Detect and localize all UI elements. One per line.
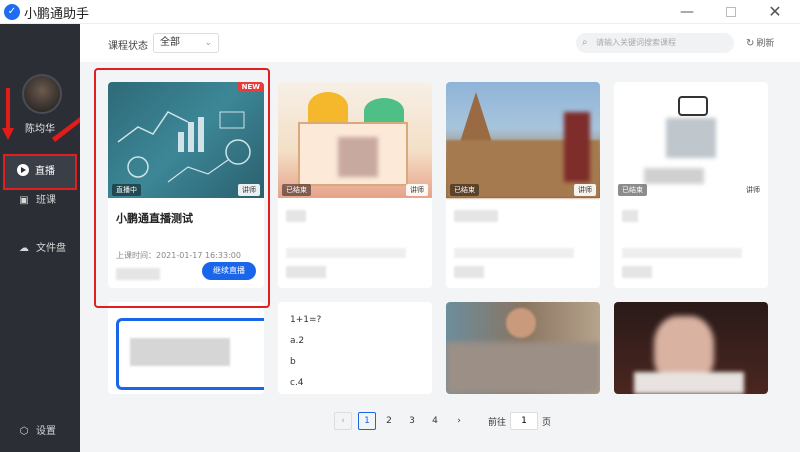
arrow-down <box>2 88 14 140</box>
course-card[interactable]: 已结束 讲师 <box>614 82 768 288</box>
course-card[interactable] <box>614 302 768 394</box>
thumb-shape <box>634 372 744 394</box>
course-card[interactable] <box>108 302 264 394</box>
thumb-shape <box>666 118 716 158</box>
minimize-button[interactable]: — <box>676 2 698 22</box>
course-thumbnail <box>446 302 600 394</box>
type-badge: 讲师 <box>574 184 596 196</box>
sidebar-item-label: 直播 <box>35 166 55 177</box>
thumb-shape <box>460 92 492 142</box>
sidebar-item-label: 设置 <box>36 426 56 437</box>
course-time: 上课时间：2021-01-17 16:33:00 <box>116 251 241 260</box>
app-title: 小鹏通助手 <box>24 7 90 22</box>
course-thumbnail: 已结束 讲师 <box>278 82 432 198</box>
sidebar-item-files[interactable]: ☁ 文件盘 <box>6 234 74 264</box>
thumb-shape <box>308 92 348 122</box>
goto-label: 前往 <box>488 418 507 428</box>
course-card[interactable] <box>446 302 600 394</box>
thumb-bar <box>188 122 194 152</box>
title-bar: ✓ 小鹏通助手 — ✕ <box>0 0 800 24</box>
page-button[interactable]: 4 <box>426 412 444 430</box>
sidebar-item-class[interactable]: ▣ 班课 <box>6 186 74 216</box>
maximize-icon <box>726 7 736 17</box>
quiz-text: 1+1=? a.2 b c.4 <box>290 315 322 388</box>
type-badge: 讲师 <box>238 184 260 196</box>
thumb-shape <box>644 168 704 184</box>
goto-unit: 页 <box>542 418 552 428</box>
sidebar-item-label: 文件盘 <box>36 243 66 254</box>
status-badge: 已结束 <box>618 184 647 196</box>
thumb-line <box>167 159 229 183</box>
course-thumbnail: 已结束 讲师 <box>446 82 600 198</box>
course-title: 小鹏通直播测试 <box>116 212 193 225</box>
thumb-box <box>219 111 245 129</box>
thumb-circle <box>127 156 149 178</box>
status-filter-select[interactable]: 全部 ⌄ <box>153 33 219 53</box>
thumb-shape <box>564 112 590 182</box>
chevron-down-icon: ⌄ <box>204 38 212 48</box>
status-badge: 已结束 <box>450 184 479 196</box>
blurred-text <box>454 210 498 222</box>
blurred-text <box>454 266 484 278</box>
blurred-text <box>622 266 652 278</box>
page-button[interactable]: 3 <box>403 412 421 430</box>
type-badge: 讲师 <box>742 184 764 196</box>
course-card[interactable]: 已结束 讲师 <box>278 82 432 288</box>
gear-icon: ⬡ <box>19 426 29 437</box>
blurred-text <box>130 338 230 366</box>
blurred-text <box>286 266 326 278</box>
new-badge: NEW <box>237 82 264 92</box>
play-icon <box>17 164 29 176</box>
filter-label: 课程状态 <box>108 41 148 52</box>
course-card[interactable]: 已结束 讲师 <box>446 82 600 288</box>
page-button[interactable]: 2 <box>380 412 398 430</box>
thumb-line <box>117 111 189 143</box>
blurred-text <box>116 268 160 280</box>
course-card[interactable]: 1+1=? a.2 b c.4 <box>278 302 432 394</box>
continue-live-button[interactable]: 继续直播 <box>202 262 256 280</box>
refresh-icon: ↻ <box>746 38 755 49</box>
app-logo-icon: ✓ <box>4 4 20 20</box>
app-window: ✓ 小鹏通助手 — ✕ 陈均华 直播 ▣ 班课 ☁ 文件盘 ⬡ 设置 课程状态 全部 … <box>0 0 800 452</box>
class-icon: ▣ <box>19 195 29 206</box>
thumb-shape <box>446 342 600 394</box>
blurred-text <box>454 248 574 258</box>
blurred-text <box>622 248 742 258</box>
filter-value: 全部 <box>160 37 180 48</box>
refresh-button[interactable]: ↻ 刷新 <box>746 36 774 49</box>
thumb-shape <box>364 98 404 124</box>
sidebar-item-settings[interactable]: ⬡ 设置 <box>6 417 74 447</box>
course-thumbnail: 已结束 讲师 <box>614 82 768 198</box>
search-placeholder: 请输入关键词搜索课程 <box>596 38 676 47</box>
goto-page-input[interactable]: 1 <box>510 412 538 430</box>
blurred-text <box>622 210 638 222</box>
next-page-button[interactable]: › <box>450 412 468 430</box>
cloud-drive-icon: ☁ <box>19 243 29 254</box>
prev-page-button[interactable]: ‹ <box>334 412 352 430</box>
status-badge: 直播中 <box>112 184 141 196</box>
thumb-blur <box>338 137 378 177</box>
course-thumbnail: NEW 直播中 讲师 <box>108 82 264 198</box>
course-card[interactable]: NEW 直播中 讲师 小鹏通直播测试 上课时间：2021-01-17 16:33… <box>108 82 264 288</box>
type-badge: 讲师 <box>406 184 428 196</box>
blurred-text <box>286 210 306 222</box>
thumb-bar <box>198 117 204 152</box>
maximize-button[interactable] <box>720 2 742 22</box>
sidebar-item-label: 班课 <box>36 195 56 206</box>
thumb-shape <box>678 96 708 116</box>
status-badge: 已结束 <box>282 184 311 196</box>
search-input[interactable]: ⌕ 请输入关键词搜索课程 <box>576 33 734 53</box>
thumb-bar <box>178 132 184 152</box>
thumb-shape <box>506 308 536 338</box>
thumb-circle <box>225 139 251 165</box>
page-button[interactable]: 1 <box>358 412 376 430</box>
thumbnail-graphics <box>117 111 251 183</box>
blurred-text <box>286 248 406 258</box>
course-thumbnail <box>614 302 768 394</box>
search-icon: ⌕ <box>582 37 588 48</box>
close-button[interactable]: ✕ <box>764 2 786 22</box>
refresh-label: 刷新 <box>756 39 775 49</box>
